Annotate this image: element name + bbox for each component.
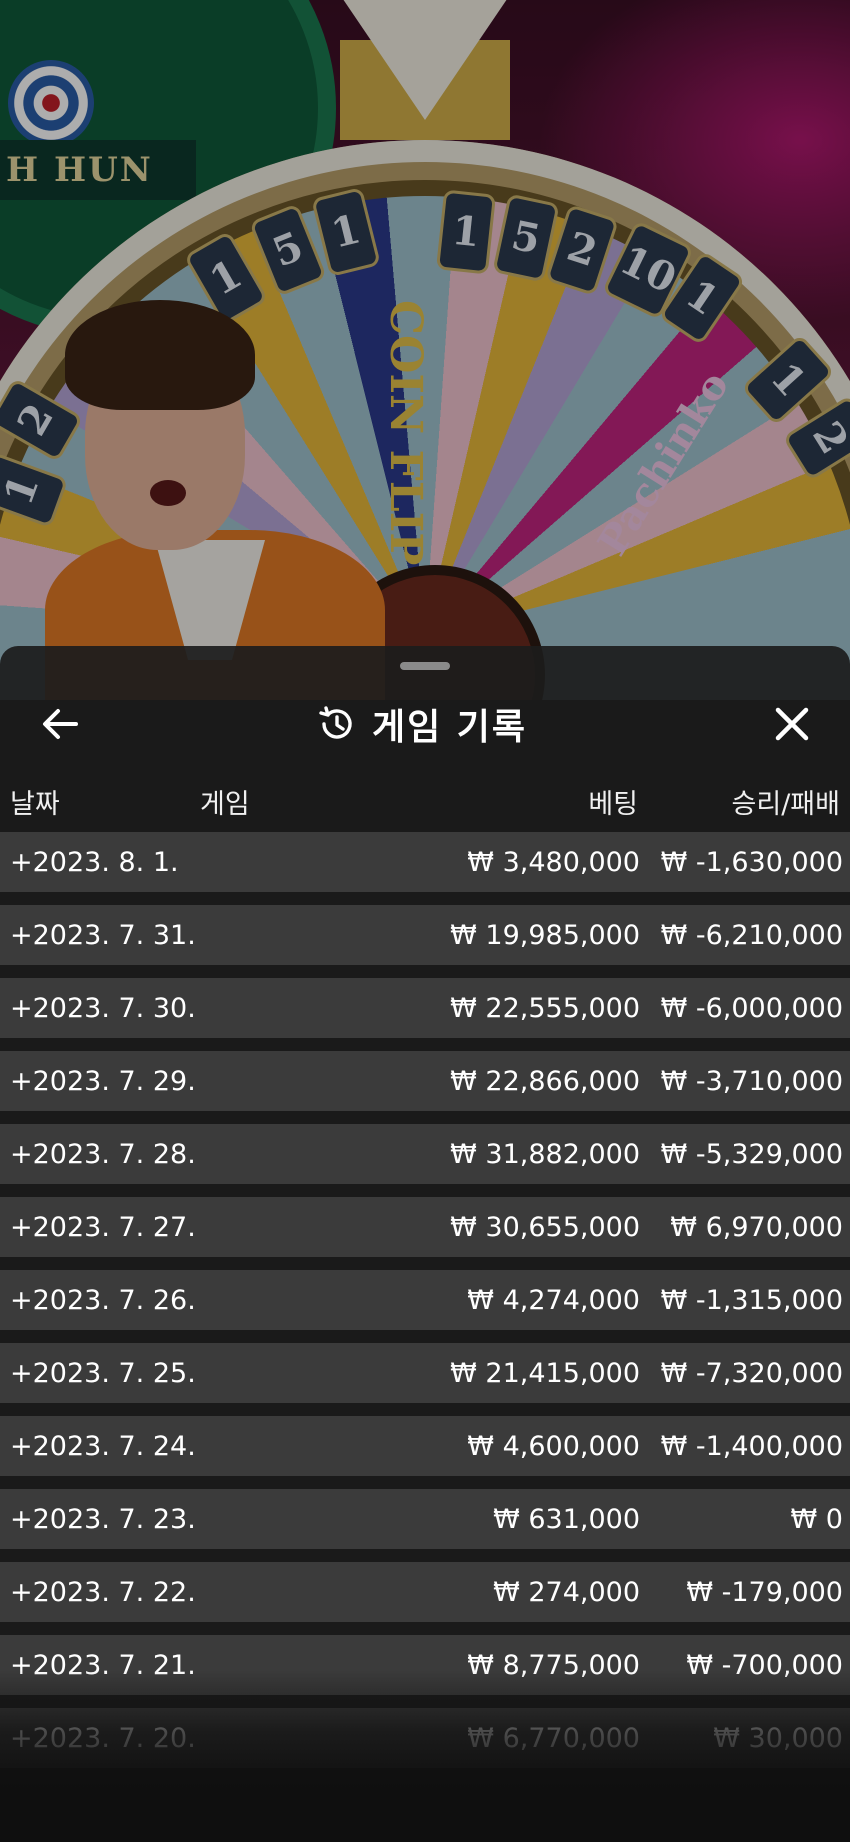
column-header-date: 날짜: [10, 789, 60, 820]
table-row[interactable]: +2023. 7. 20. ₩ 6,770,000 ₩ 30,000: [0, 1708, 850, 1768]
row-result: ₩ -5,329,000: [660, 1139, 843, 1170]
row-bet: ₩ 30,655,000: [450, 1212, 640, 1243]
row-result: ₩ -3,710,000: [660, 1066, 843, 1097]
column-header-result: 승리/패배: [731, 789, 840, 820]
table-row[interactable]: +2023. 8. 1. ₩ 3,480,000 ₩ -1,630,000: [0, 832, 850, 892]
row-date: +2023. 8. 1.: [10, 847, 179, 878]
column-header-game: 게임: [200, 789, 250, 820]
game-history-sheet: 게임 기록 날짜 게임 베팅 승리/패배 +2023. 8. 1. ₩ 3,48…: [0, 646, 850, 1842]
table-row[interactable]: +2023. 7. 26. ₩ 4,274,000 ₩ -1,315,000: [0, 1270, 850, 1330]
row-date: +2023. 7. 31.: [10, 920, 196, 951]
row-result: ₩ -1,315,000: [660, 1285, 843, 1316]
row-bet: ₩ 22,866,000: [450, 1066, 640, 1097]
row-date: +2023. 7. 30.: [10, 993, 196, 1024]
history-table: +2023. 8. 1. ₩ 3,480,000 ₩ -1,630,000 +2…: [0, 832, 850, 1781]
table-row[interactable]: +2023. 7. 22. ₩ 274,000 ₩ -179,000: [0, 1562, 850, 1622]
table-row[interactable]: +2023. 7. 30. ₩ 22,555,000 ₩ -6,000,000: [0, 978, 850, 1038]
row-result: ₩ 6,970,000: [670, 1212, 843, 1243]
row-bet: ₩ 4,600,000: [467, 1431, 640, 1462]
row-date: +2023. 7. 25.: [10, 1358, 196, 1389]
row-date: +2023. 7. 27.: [10, 1212, 196, 1243]
row-date: +2023. 7. 23.: [10, 1504, 196, 1535]
row-bet: ₩ 4,274,000: [467, 1285, 640, 1316]
page-title: 게임 기록: [372, 707, 528, 748]
row-result: ₩ -700,000: [686, 1650, 843, 1681]
table-row[interactable]: +2023. 7. 21. ₩ 8,775,000 ₩ -700,000: [0, 1635, 850, 1695]
row-bet: ₩ 22,555,000: [450, 993, 640, 1024]
table-row[interactable]: +2023. 7. 23. ₩ 631,000 ₩ 0: [0, 1489, 850, 1549]
history-icon: [319, 706, 352, 739]
row-bet: ₩ 6,770,000: [467, 1723, 640, 1754]
row-result: ₩ 0: [790, 1504, 843, 1535]
close-icon: [775, 707, 809, 741]
game-history-screen: H HUN 1 5 1 1 5 2 10 1 1 2 2 1 COIN FLIP…: [0, 0, 850, 1842]
row-result: ₩ -1,400,000: [660, 1431, 843, 1462]
row-result: ₩ -6,000,000: [660, 993, 843, 1024]
table-header: 날짜 게임 베팅 승리/패배: [0, 772, 850, 828]
row-date: +2023. 7. 29.: [10, 1066, 196, 1097]
table-row[interactable]: +2023. 7. 28. ₩ 31,882,000 ₩ -5,329,000: [0, 1124, 850, 1184]
row-bet: ₩ 19,985,000: [450, 920, 640, 951]
row-date: +2023. 7. 28.: [10, 1139, 196, 1170]
row-bet: ₩ 21,415,000: [450, 1358, 640, 1389]
table-row[interactable]: +2023. 7. 25. ₩ 21,415,000 ₩ -7,320,000: [0, 1343, 850, 1403]
column-header-bet: 베팅: [588, 789, 638, 820]
row-date: +2023. 7. 24.: [10, 1431, 196, 1462]
row-result: ₩ -1,630,000: [660, 847, 843, 878]
arrow-left-icon: [43, 709, 78, 739]
table-row[interactable]: +2023. 7. 24. ₩ 4,600,000 ₩ -1,400,000: [0, 1416, 850, 1476]
row-date: +2023. 7. 21.: [10, 1650, 196, 1681]
row-bet: ₩ 31,882,000: [450, 1139, 640, 1170]
row-bet: ₩ 274,000: [493, 1577, 640, 1608]
row-result: ₩ -7,320,000: [660, 1358, 843, 1389]
close-button[interactable]: [768, 700, 816, 748]
sheet-title-group: 게임 기록: [316, 696, 527, 752]
row-date: +2023. 7. 20.: [10, 1723, 196, 1754]
row-bet: ₩ 3,480,000: [467, 847, 640, 878]
row-result: ₩ -6,210,000: [660, 920, 843, 951]
back-button[interactable]: [36, 700, 84, 748]
table-row[interactable]: +2023. 7. 31. ₩ 19,985,000 ₩ -6,210,000: [0, 905, 850, 965]
row-result: ₩ -179,000: [686, 1577, 843, 1608]
row-date: +2023. 7. 26.: [10, 1285, 196, 1316]
row-bet: ₩ 631,000: [493, 1504, 640, 1535]
row-bet: ₩ 8,775,000: [467, 1650, 640, 1681]
row-result: ₩ 30,000: [713, 1723, 843, 1754]
table-row[interactable]: +2023. 7. 29. ₩ 22,866,000 ₩ -3,710,000: [0, 1051, 850, 1111]
row-date: +2023. 7. 22.: [10, 1577, 196, 1608]
table-row[interactable]: +2023. 7. 27. ₩ 30,655,000 ₩ 6,970,000: [0, 1197, 850, 1257]
sheet-header: 게임 기록: [0, 686, 850, 766]
sheet-drag-handle[interactable]: [400, 662, 450, 670]
